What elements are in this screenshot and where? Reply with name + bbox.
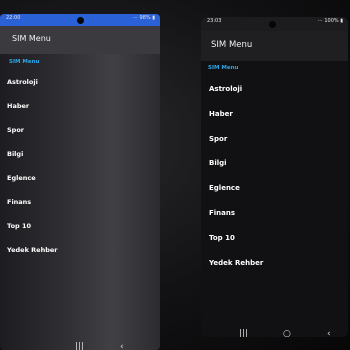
navigation-bar: ||| ○ ‹ <box>201 327 348 337</box>
right-phone-screen: 23:03 ⋯ 100% ▮ SIM Menu SIM Menu Astrolo… <box>201 17 348 337</box>
back-icon[interactable]: ‹ <box>120 342 124 350</box>
status-indicators: ⋯ 98% ▮ <box>132 15 155 21</box>
menu-item-top10[interactable]: Top 10 <box>0 220 160 244</box>
menu-list: Astroloji Haber Spor Bilgi Eglence Finan… <box>201 83 348 281</box>
home-icon[interactable]: ○ <box>283 329 291 337</box>
menu-item-astroloji[interactable]: Astroloji <box>201 83 348 108</box>
back-icon[interactable]: ‹ <box>327 329 331 337</box>
recent-apps-icon[interactable]: ||| <box>75 342 84 350</box>
status-time: 22:00 <box>6 15 21 21</box>
menu-item-top10[interactable]: Top 10 <box>201 232 348 257</box>
menu-item-bilgi[interactable]: Bilgi <box>201 157 348 182</box>
front-camera <box>269 21 276 28</box>
menu-item-eglence[interactable]: Eglence <box>0 172 160 196</box>
section-header: SIM Menu <box>9 59 40 65</box>
app-bar: SIM Menu <box>201 31 348 61</box>
menu-item-finans[interactable]: Finans <box>0 196 160 220</box>
menu-item-finans[interactable]: Finans <box>201 207 348 232</box>
menu-item-yedek-rehber[interactable]: Yedek Rehber <box>0 244 160 268</box>
page-title: SIM Menu <box>12 34 51 43</box>
recent-apps-icon[interactable]: ||| <box>239 329 248 337</box>
navigation-bar: ||| ‹ <box>0 340 160 350</box>
front-camera <box>77 17 84 24</box>
app-bar: SIM Menu <box>0 26 160 54</box>
menu-item-astroloji[interactable]: Astroloji <box>0 76 160 100</box>
menu-item-spor[interactable]: Spor <box>201 133 348 158</box>
menu-item-yedek-rehber[interactable]: Yedek Rehber <box>201 257 348 282</box>
page-title: SIM Menu <box>211 40 253 50</box>
section-header: SIM Menu <box>208 65 239 71</box>
left-phone-screen: 22:00 ⋯ 98% ▮ SIM Menu SIM Menu Astroloj… <box>0 14 160 350</box>
menu-item-haber[interactable]: Haber <box>0 100 160 124</box>
status-time: 23:03 <box>207 18 222 24</box>
menu-item-bilgi[interactable]: Bilgi <box>0 148 160 172</box>
menu-item-spor[interactable]: Spor <box>0 124 160 148</box>
status-indicators: ⋯ 100% ▮ <box>317 18 343 24</box>
menu-list: Astroloji Haber Spor Bilgi Eglence Finan… <box>0 76 160 268</box>
menu-item-eglence[interactable]: Eglence <box>201 182 348 207</box>
menu-item-haber[interactable]: Haber <box>201 108 348 133</box>
